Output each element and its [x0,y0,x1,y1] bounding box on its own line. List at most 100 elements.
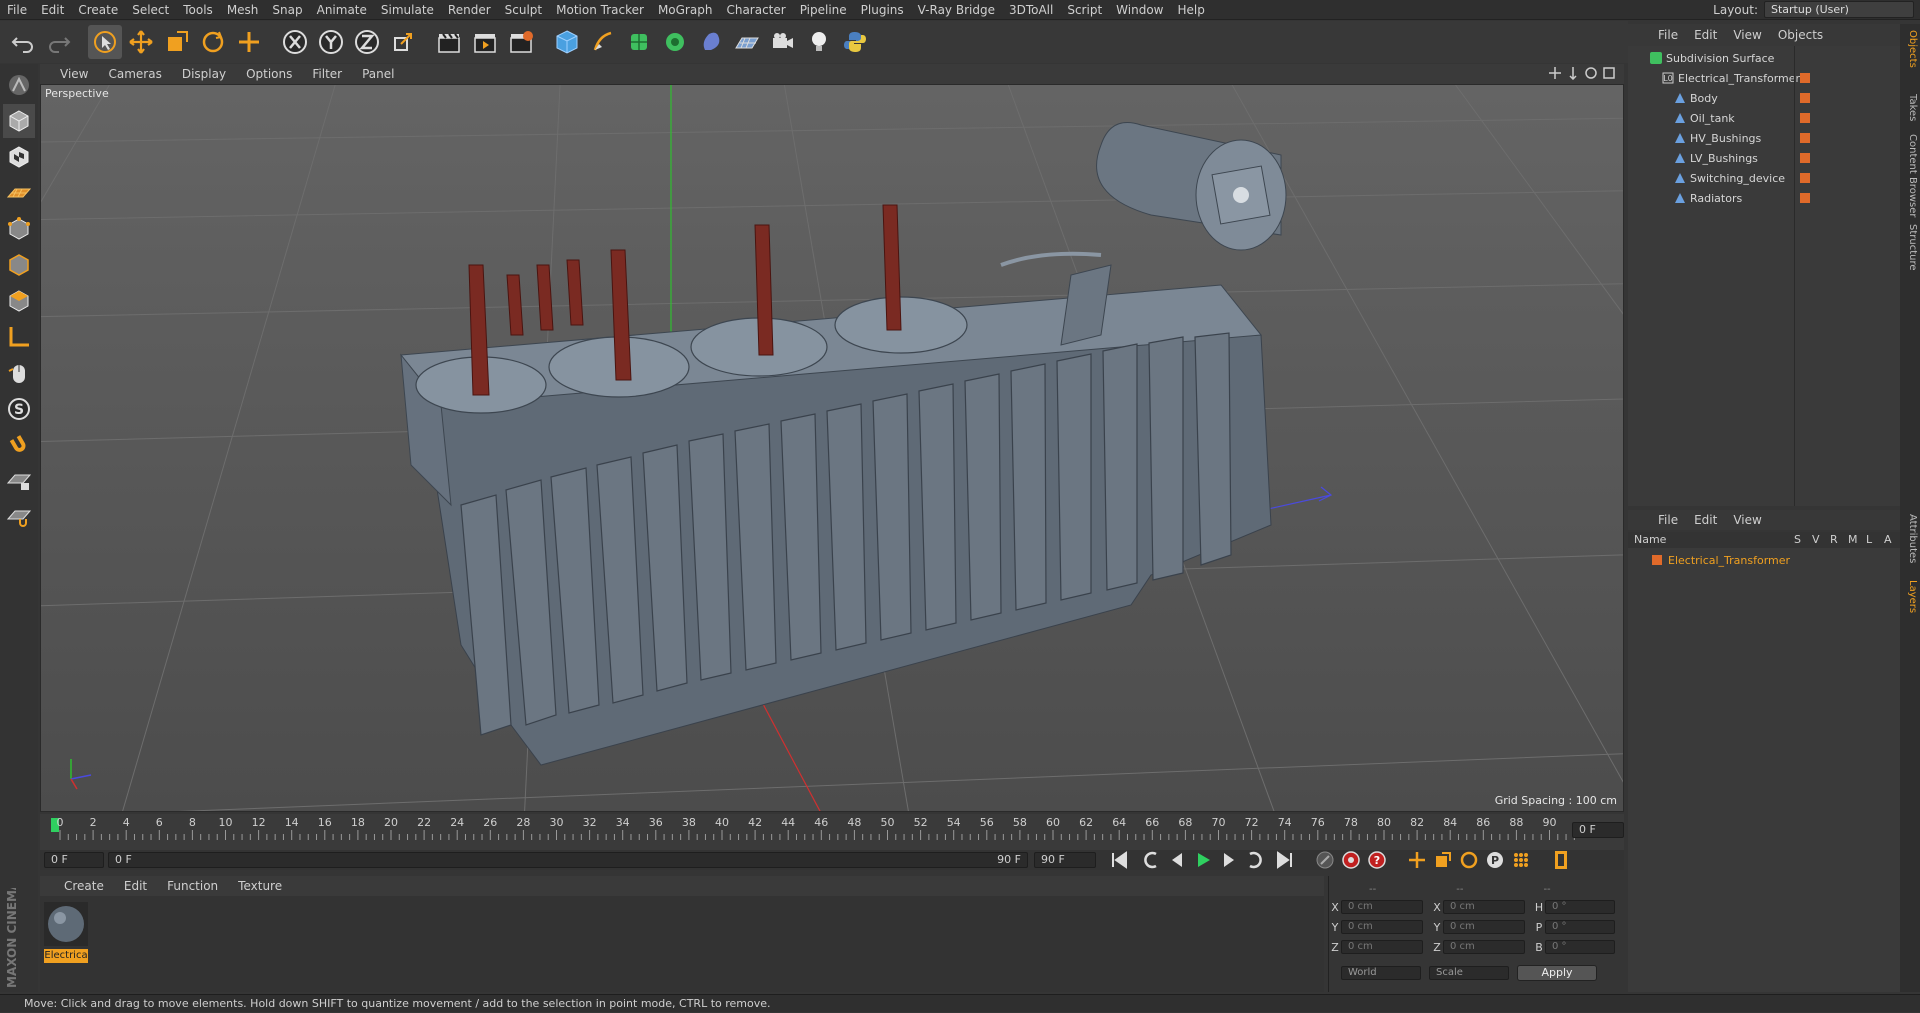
menu-render[interactable]: Render [441,0,498,20]
object-menu-objects[interactable]: Objects [1770,28,1831,42]
redo-button[interactable] [42,25,76,59]
light-button[interactable] [802,25,836,59]
render-view-button[interactable] [432,25,466,59]
keyframe-selection-button[interactable]: ? [1364,847,1390,873]
polygons-mode-button[interactable] [3,284,35,318]
workplane-mode-button[interactable] [3,176,35,210]
texture-mode-button[interactable] [3,140,35,174]
tree-row[interactable]: L0 Electrical_Transformer [1628,68,1900,88]
layer-row[interactable]: Electrical_Transformer [1628,550,1900,570]
tree-row[interactable]: Radiators [1628,188,1900,208]
menu-edit[interactable]: Edit [34,0,71,20]
render-settings-button[interactable] [504,25,538,59]
scale-button[interactable] [160,25,194,59]
tab-structure[interactable]: Structure [1902,224,1918,271]
start-frame-field[interactable]: 0 F [44,852,104,868]
material-swatch[interactable]: Electrica [44,902,88,963]
record-rotation-button[interactable] [1456,847,1482,873]
tree-row[interactable]: Body [1628,88,1900,108]
menu-vray-bridge[interactable]: V-Ray Bridge [911,0,1002,20]
menu-script[interactable]: Script [1060,0,1109,20]
size-mode-dropdown[interactable]: Scale [1429,966,1509,980]
menu-tools[interactable]: Tools [176,0,220,20]
record-pla-button[interactable] [1508,847,1534,873]
orbit-icon[interactable] [1584,66,1598,80]
record-parameter-button[interactable]: P [1482,847,1508,873]
floor-button[interactable] [730,25,764,59]
menu-mograph[interactable]: MoGraph [651,0,720,20]
python-button[interactable] [838,25,872,59]
record-position-button[interactable] [1404,847,1430,873]
x-axis-button[interactable] [278,25,312,59]
undo-button[interactable] [6,25,40,59]
menu-animate[interactable]: Animate [310,0,374,20]
next-frame-button[interactable] [1216,847,1242,873]
rotation-h-field[interactable]: 0 ° [1545,900,1615,914]
make-editable-button[interactable] [3,68,35,102]
next-key-button[interactable] [1242,847,1268,873]
size-y-field[interactable]: 0 cm [1443,920,1525,934]
layer-menu-edit[interactable]: Edit [1686,513,1725,527]
tree-row[interactable]: Switching_device [1628,168,1900,188]
cloner-button[interactable] [658,25,692,59]
viewport-menu-options[interactable]: Options [236,67,302,81]
edges-mode-button[interactable] [3,248,35,282]
menu-pipeline[interactable]: Pipeline [793,0,854,20]
go-to-end-button[interactable] [1272,847,1298,873]
size-z-field[interactable]: 0 cm [1443,940,1525,954]
autokeying-button[interactable] [1338,847,1364,873]
menu-snap[interactable]: Snap [265,0,309,20]
tab-layers[interactable]: Layers [1902,580,1918,613]
tab-attributes[interactable]: Attributes [1902,514,1918,563]
live-selection-button[interactable] [88,25,122,59]
pan-icon[interactable] [1548,66,1562,80]
tab-takes[interactable]: Takes [1902,94,1918,121]
3d-viewport[interactable]: Perspective Grid Spacing : 100 cm [40,84,1624,812]
tree-row[interactable]: Oil_tank [1628,108,1900,128]
size-x-field[interactable]: 0 cm [1443,900,1525,914]
cube-primitive-button[interactable] [550,25,584,59]
tree-row[interactable]: HV_Bushings [1628,128,1900,148]
timeline-ruler[interactable]: 0 2 4 6 8 10 12 14 16 18 20 22 24 26 28 30 32 34 36 38 40 42 4… [40,814,1624,850]
dolly-icon[interactable] [1566,66,1580,80]
layer-menu-view[interactable]: View [1725,513,1769,527]
record-keys-button[interactable] [1312,847,1338,873]
planar-workplane-button[interactable] [3,500,35,534]
viewport-menu-panel[interactable]: Panel [352,67,404,81]
tree-row[interactable]: Subdivision Surface [1628,48,1900,68]
tab-content-browser[interactable]: Content Browser [1902,134,1918,217]
viewport-menu-filter[interactable]: Filter [302,67,352,81]
record-scale-button[interactable] [1430,847,1456,873]
object-menu-view[interactable]: View [1725,28,1769,42]
rotation-p-field[interactable]: 0 ° [1545,920,1615,934]
menu-file[interactable]: File [0,0,34,20]
coordinate-system-button[interactable] [386,25,420,59]
go-to-start-button[interactable] [1106,847,1132,873]
menu-window[interactable]: Window [1109,0,1170,20]
lock-workplane-button[interactable] [3,464,35,498]
rotate-button[interactable] [196,25,230,59]
menu-sculpt[interactable]: Sculpt [498,0,549,20]
coordinate-mode-dropdown[interactable]: World [1341,966,1421,980]
play-button[interactable] [1190,847,1216,873]
tweak-mode-button[interactable] [3,356,35,390]
menu-help[interactable]: Help [1170,0,1211,20]
viewport-menu-cameras[interactable]: Cameras [98,67,171,81]
current-frame-field[interactable]: 0 F [1572,822,1624,838]
previous-frame-button[interactable] [1164,847,1190,873]
previous-key-button[interactable] [1138,847,1164,873]
magnet-button[interactable] [3,428,35,462]
deformer-button[interactable] [694,25,728,59]
end-frame-field[interactable]: 90 F [1034,852,1096,868]
object-menu-edit[interactable]: Edit [1686,28,1725,42]
enable-axis-button[interactable] [3,320,35,354]
viewport-menu-view[interactable]: View [50,67,98,81]
rotation-b-field[interactable]: 0 ° [1545,940,1615,954]
apply-button[interactable]: Apply [1517,965,1597,981]
tree-row[interactable]: LV_Bushings [1628,148,1900,168]
material-menu-edit[interactable]: Edit [114,879,157,893]
menu-select[interactable]: Select [125,0,176,20]
points-mode-button[interactable] [3,212,35,246]
object-menu-file[interactable]: File [1650,28,1686,42]
move-button[interactable] [124,25,158,59]
